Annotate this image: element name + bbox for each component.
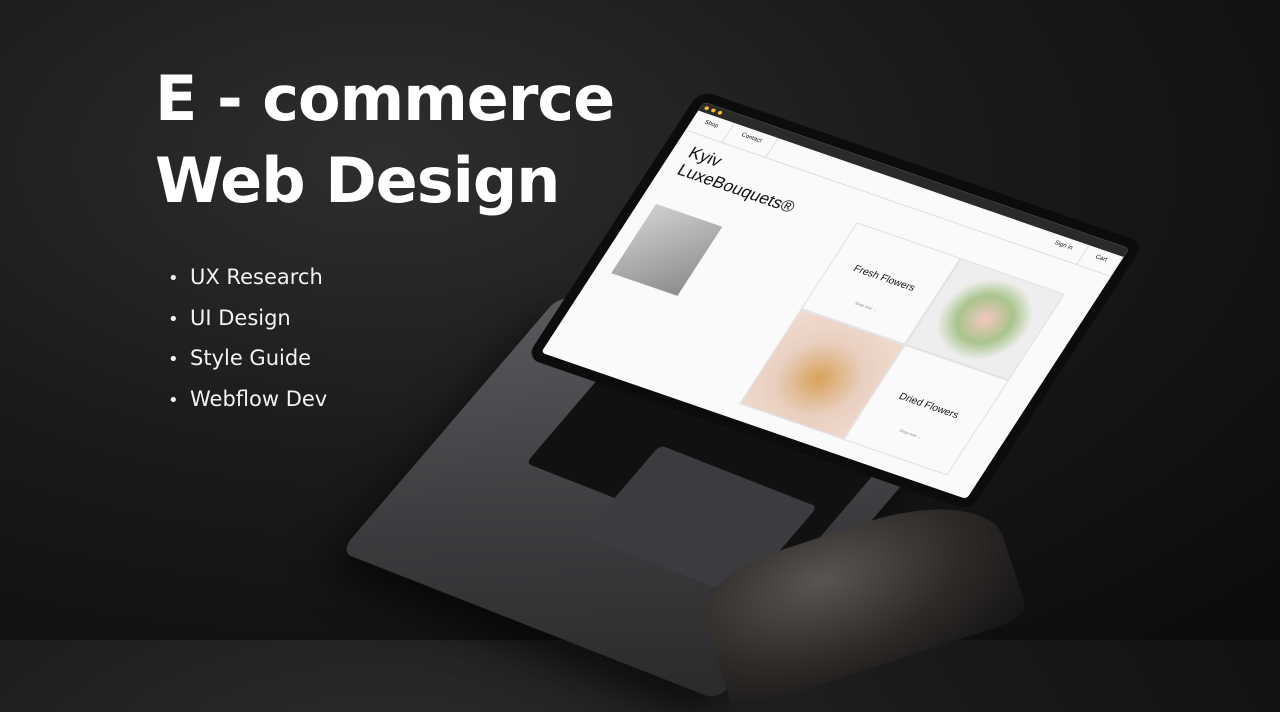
bullet-icon: • bbox=[168, 389, 179, 411]
bullet-icon: • bbox=[168, 349, 179, 370]
headline-line-1: E - commerce bbox=[155, 62, 615, 135]
headline-line-2: Web Design bbox=[155, 144, 560, 217]
tile-dried-title: Dried Flowers bbox=[896, 391, 961, 421]
service-item: • Style Guide bbox=[168, 339, 327, 380]
service-label: UX Research bbox=[190, 265, 323, 289]
service-item: • UI Design bbox=[168, 299, 327, 340]
headline: E - commerce Web Design bbox=[155, 58, 615, 222]
tile-fresh-title: Fresh Flowers bbox=[850, 263, 918, 294]
service-label: Webflow Dev bbox=[190, 386, 328, 411]
services-list: • UX Research • UI Design • Style Guide • We… bbox=[168, 258, 327, 420]
bullet-icon: • bbox=[168, 268, 179, 289]
bullet-icon: • bbox=[168, 308, 179, 330]
florist-photo bbox=[611, 203, 723, 296]
service-label: UI Design bbox=[190, 305, 291, 330]
service-item: • Webflow Dev bbox=[168, 380, 327, 421]
service-item: • UX Research bbox=[168, 258, 327, 299]
tile-dried-link: Shop now → bbox=[898, 427, 923, 440]
service-label: Style Guide bbox=[190, 346, 312, 370]
